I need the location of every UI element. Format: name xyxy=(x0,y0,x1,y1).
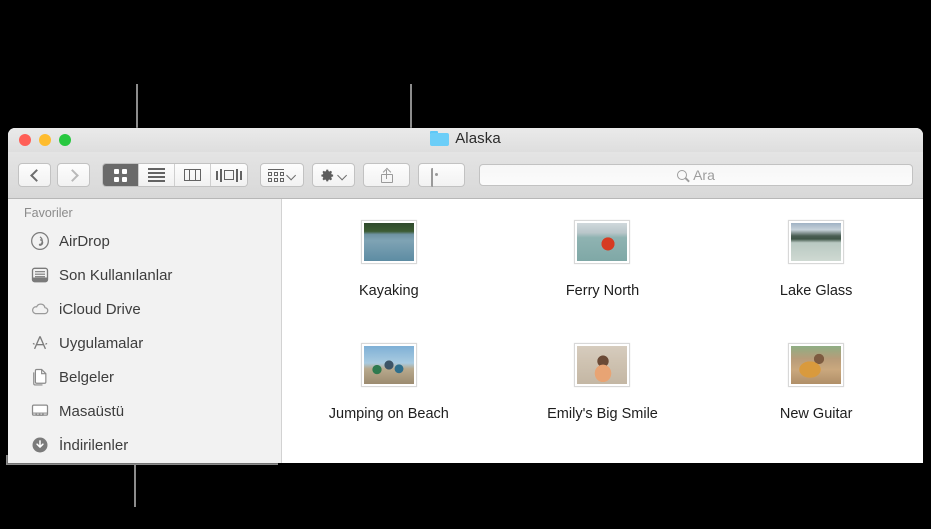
list-view-button[interactable] xyxy=(139,164,175,186)
tags-button[interactable] xyxy=(418,163,465,187)
callout-bracket-sidebar-horizontal xyxy=(6,463,278,465)
file-name: Ferry North xyxy=(565,283,640,299)
navigation-buttons xyxy=(18,163,90,187)
file-item[interactable]: Ferry North xyxy=(496,209,710,332)
blue-folder-icon xyxy=(430,131,450,146)
list-icon xyxy=(148,168,165,182)
file-name: New Guitar xyxy=(779,406,853,422)
cloud-icon xyxy=(30,299,50,319)
airdrop-icon xyxy=(30,231,50,251)
emilys-big-smile-thumbnail xyxy=(574,343,631,387)
chevron-down-icon xyxy=(286,170,297,180)
downloads-icon xyxy=(30,435,50,455)
sidebar-item-airdrop[interactable]: AirDrop xyxy=(8,224,281,258)
file-item[interactable]: New Guitar xyxy=(709,332,923,455)
gallery-view-button[interactable] xyxy=(211,164,247,186)
icon-view-button[interactable] xyxy=(103,164,139,186)
share-button[interactable] xyxy=(363,163,410,187)
file-name: Jumping on Beach xyxy=(328,406,449,422)
action-menu-button[interactable] xyxy=(312,163,355,187)
chevron-right-icon xyxy=(65,168,79,182)
sidebar-item-icloud-drive[interactable]: iCloud Drive xyxy=(8,292,281,326)
back-button[interactable] xyxy=(18,163,51,187)
file-item-partial[interactable] xyxy=(282,455,496,463)
sidebar-item-downloads[interactable]: İndirilenler xyxy=(8,428,281,462)
arrange-icon xyxy=(268,168,284,182)
sidebar-item-label: iCloud Drive xyxy=(59,300,141,318)
screenshot-stage: Alaska Ara Favoriler AirDrop Son Kullanı… xyxy=(0,0,931,529)
file-item-partial[interactable] xyxy=(709,455,923,463)
sidebar-item-desktop[interactable]: Masaüstü xyxy=(8,394,281,428)
file-name: Kayaking xyxy=(359,283,419,299)
forward-button[interactable] xyxy=(57,163,90,187)
applications-icon xyxy=(30,333,50,353)
file-item[interactable]: Kayaking xyxy=(282,209,496,332)
search-field[interactable]: Ara xyxy=(479,164,913,186)
search-icon xyxy=(677,170,688,180)
file-item[interactable]: Jumping on Beach xyxy=(282,332,496,455)
documents-icon xyxy=(30,367,50,387)
sidebar-item-label: Uygulamalar xyxy=(59,334,144,352)
file-name: Emily's Big Smile xyxy=(547,406,658,422)
window-title-group: Alaska xyxy=(8,130,923,147)
sidebar-item-recents[interactable]: Son Kullanılanlar xyxy=(8,258,281,292)
kayaking-thumbnail xyxy=(360,220,417,264)
sidebar-item-applications[interactable]: Uygulamalar xyxy=(8,326,281,360)
new-guitar-thumbnail xyxy=(788,343,845,387)
finder-window: Alaska Ara Favoriler AirDrop Son Kullanı… xyxy=(8,128,923,463)
gear-icon xyxy=(321,169,334,181)
desktop-icon xyxy=(30,401,50,421)
sidebar-item-label: Son Kullanılanlar xyxy=(59,266,173,284)
sidebar: Favoriler AirDrop Son Kullanılanlar iClo… xyxy=(8,199,282,463)
share-icon xyxy=(380,167,393,183)
coverflow-icon xyxy=(216,168,242,182)
sidebar-item-label: İndirilenler xyxy=(59,436,129,454)
file-item[interactable]: Emily's Big Smile xyxy=(496,332,710,455)
callout-line-sidebar-vertical xyxy=(134,463,136,507)
search-area: Ara xyxy=(473,164,913,186)
column-view-button[interactable] xyxy=(175,164,211,186)
view-mode-segmented-control xyxy=(102,163,248,187)
sidebar-item-documents[interactable]: Belgeler xyxy=(8,360,281,394)
search-placeholder: Ara xyxy=(693,167,715,183)
file-grid: Kayaking Ferry North Lake Glass Jumping … xyxy=(282,199,923,463)
chevron-down-icon xyxy=(337,170,348,180)
file-item-partial[interactable] xyxy=(496,455,710,463)
tag-icon xyxy=(430,168,453,187)
lake-glass-thumbnail xyxy=(788,220,845,264)
sidebar-section-favorites: Favoriler xyxy=(24,206,73,220)
arrange-button[interactable] xyxy=(260,163,304,187)
chevron-left-icon xyxy=(29,168,43,182)
file-name: Lake Glass xyxy=(779,283,853,299)
file-item[interactable]: Lake Glass xyxy=(709,209,923,332)
sidebar-item-label: AirDrop xyxy=(59,232,110,250)
window-toolbar: Ara xyxy=(8,152,923,199)
window-body: Favoriler AirDrop Son Kullanılanlar iClo… xyxy=(8,199,923,463)
grid-icon xyxy=(114,168,127,182)
jumping-on-beach-thumbnail xyxy=(360,343,417,387)
sidebar-item-label: Belgeler xyxy=(59,368,115,386)
sidebar-item-label: Masaüstü xyxy=(59,402,125,420)
recents-icon xyxy=(30,265,50,285)
ferry-north-thumbnail xyxy=(574,220,631,264)
columns-icon xyxy=(184,169,201,181)
window-titlebar: Alaska xyxy=(8,128,923,152)
page-title: Alaska xyxy=(455,130,501,147)
file-grid-area[interactable]: Kayaking Ferry North Lake Glass Jumping … xyxy=(282,199,923,463)
